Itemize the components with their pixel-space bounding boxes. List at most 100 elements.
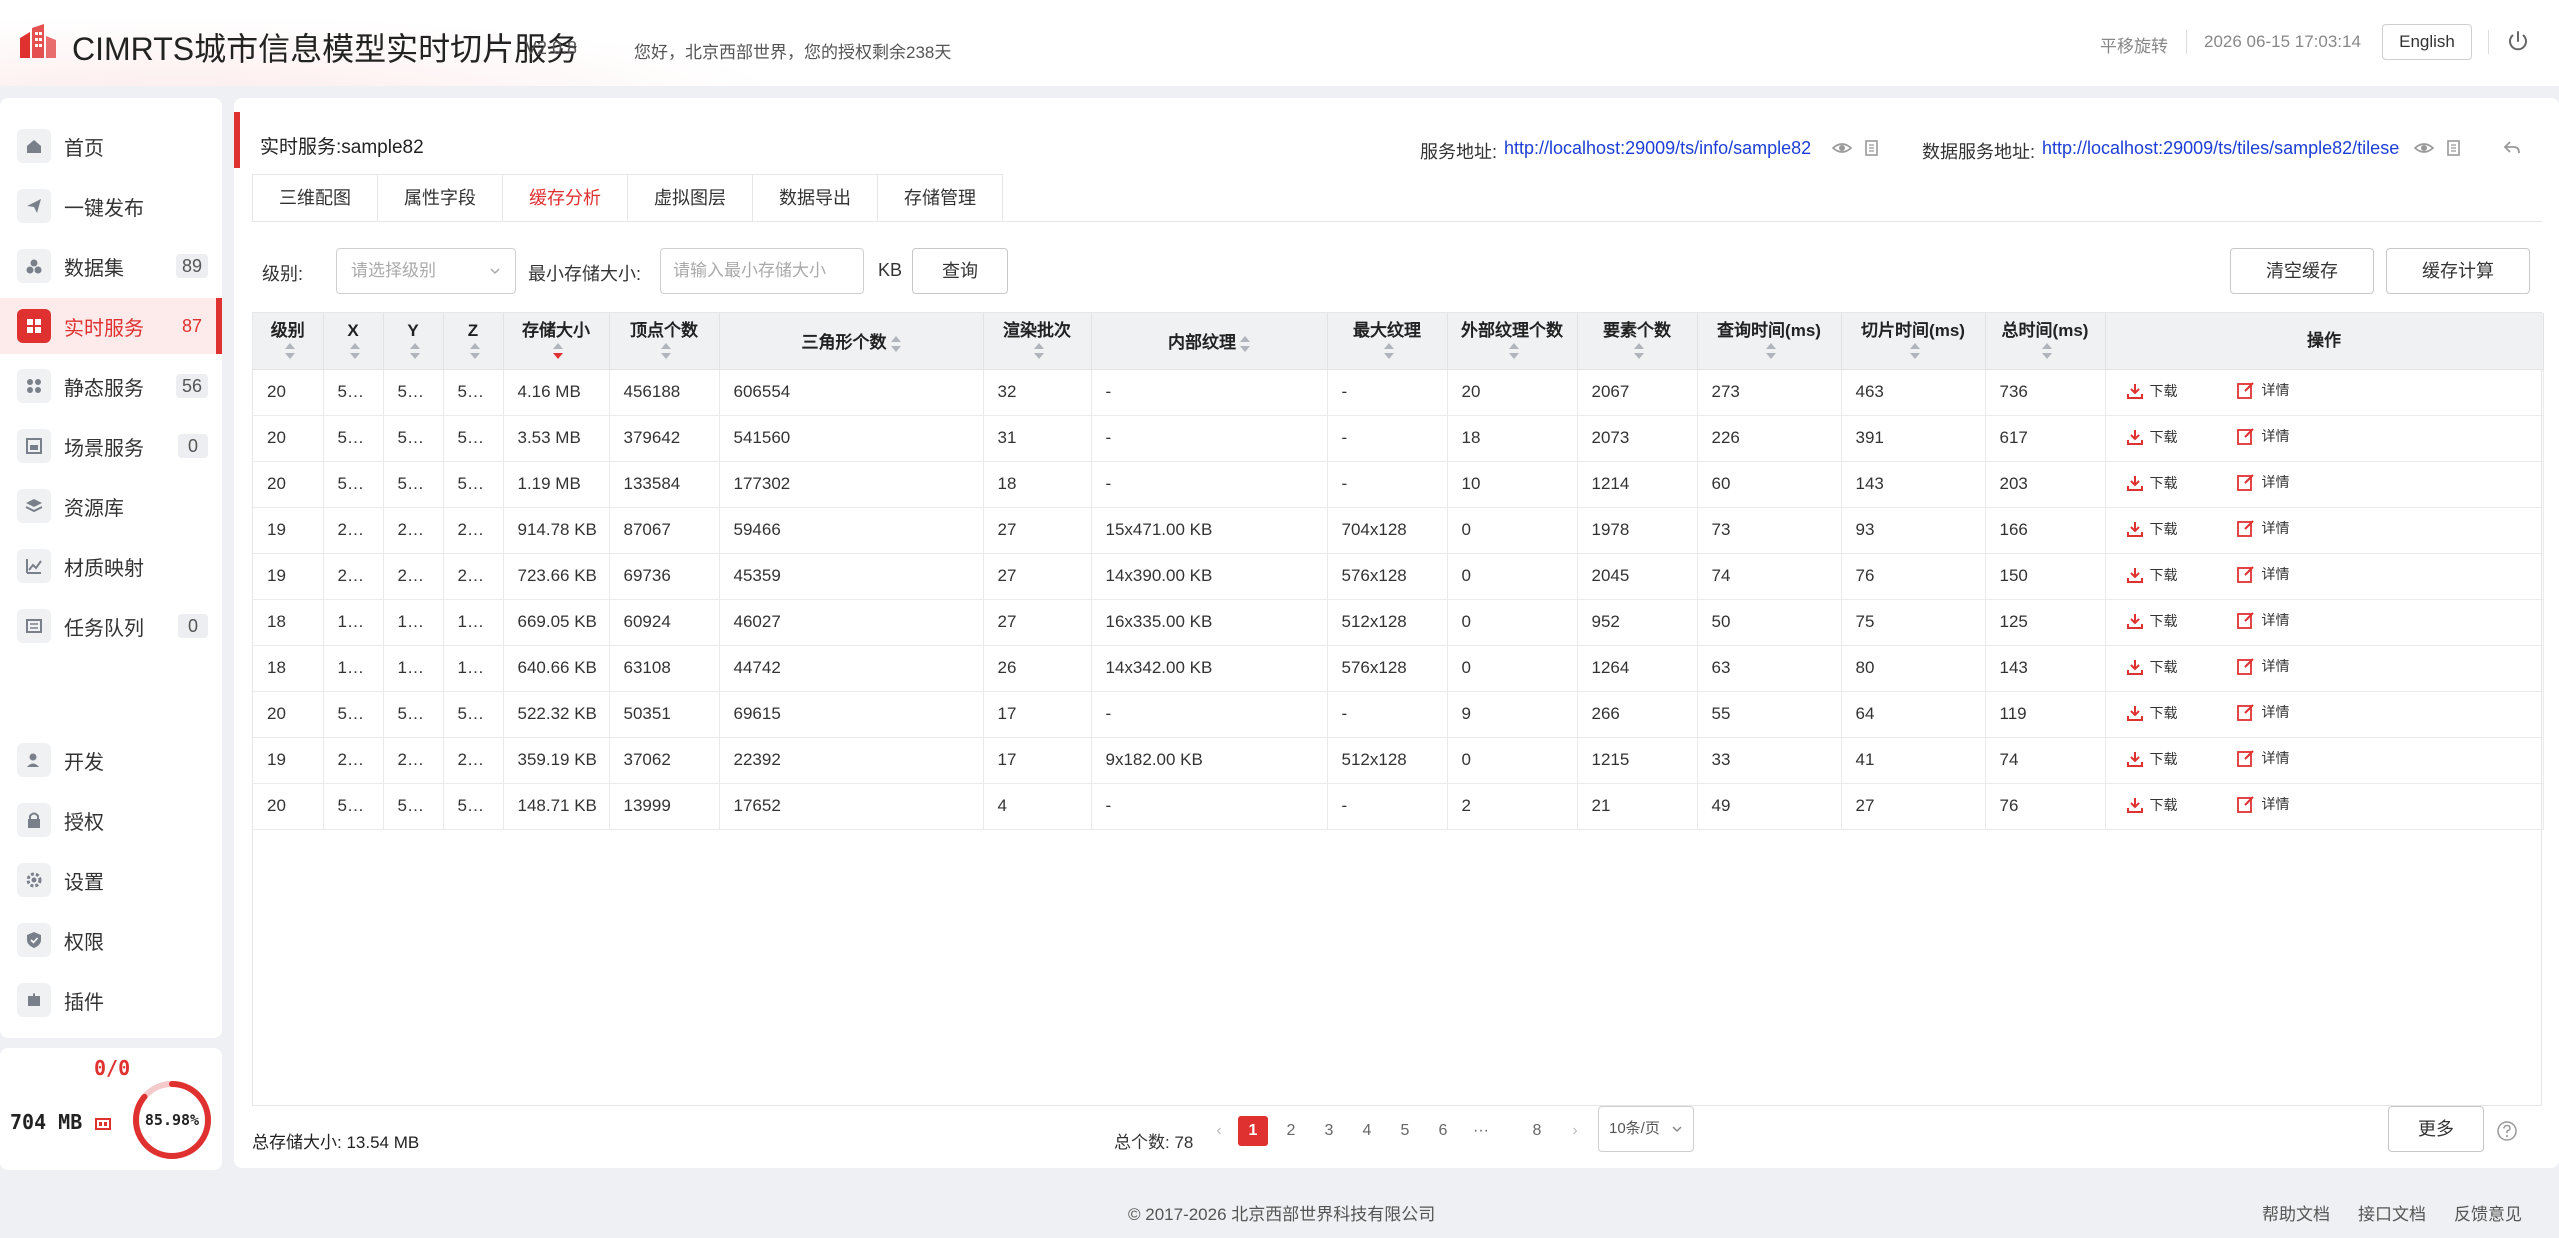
column-header[interactable]: 最大纹理 bbox=[1327, 313, 1448, 370]
clear-cache-button[interactable]: 清空缓存 bbox=[2230, 248, 2374, 294]
tab-5[interactable]: 数据导出 bbox=[752, 174, 877, 222]
sidebar-item-4[interactable]: 实时服务 87 bbox=[0, 298, 222, 354]
sidebar-item-8[interactable]: 材质映射 bbox=[0, 538, 222, 594]
eye-icon[interactable] bbox=[2414, 138, 2434, 158]
column-header[interactable]: 存储大小 bbox=[503, 313, 610, 370]
footer-link-api[interactable]: 接口文档 bbox=[2358, 1200, 2426, 1225]
tab-4[interactable]: 虚拟图层 bbox=[627, 174, 752, 222]
tab-6[interactable]: 存储管理 bbox=[877, 174, 1003, 222]
tab-2[interactable]: 属性字段 bbox=[377, 174, 502, 222]
page-item[interactable]: 5 bbox=[1390, 1116, 1420, 1146]
page-item[interactable]: 8 bbox=[1522, 1116, 1552, 1146]
page-item[interactable]: 2 bbox=[1276, 1116, 1306, 1146]
eye-icon[interactable] bbox=[1832, 138, 1852, 158]
download-button[interactable]: 下载 bbox=[2126, 749, 2178, 769]
details-button[interactable]: 详情 bbox=[2236, 748, 2290, 768]
column-header[interactable]: 渲染批次 bbox=[983, 313, 1092, 370]
column-header[interactable]: X bbox=[323, 313, 384, 370]
details-button[interactable]: 详情 bbox=[2236, 518, 2290, 538]
page-item[interactable]: 3 bbox=[1314, 1116, 1344, 1146]
sort-icon[interactable] bbox=[553, 343, 563, 360]
details-button[interactable]: 详情 bbox=[2236, 380, 2290, 400]
page-item[interactable]: ··· bbox=[1466, 1116, 1496, 1146]
page-item[interactable]: 4 bbox=[1352, 1116, 1382, 1146]
sidebar-item-7[interactable]: 资源库 bbox=[0, 478, 222, 534]
details-button[interactable]: 详情 bbox=[2236, 472, 2290, 492]
download-button[interactable]: 下载 bbox=[2126, 473, 2178, 493]
details-button[interactable]: 详情 bbox=[2236, 702, 2290, 722]
back-icon[interactable] bbox=[2502, 138, 2522, 158]
column-header[interactable]: 外部纹理个数 bbox=[1447, 313, 1578, 370]
page-item[interactable]: 6 bbox=[1428, 1116, 1458, 1146]
sort-icon[interactable] bbox=[1634, 343, 1644, 360]
page-size-select[interactable]: 10条/页 bbox=[1598, 1106, 1694, 1152]
sidebar-item-10[interactable]: 开发 bbox=[0, 732, 222, 788]
download-button[interactable]: 下载 bbox=[2126, 427, 2178, 447]
details-button[interactable]: 详情 bbox=[2236, 794, 2290, 814]
column-header[interactable]: 要素个数 bbox=[1577, 313, 1698, 370]
query-button[interactable]: 查询 bbox=[912, 248, 1008, 294]
sort-icon[interactable] bbox=[1034, 343, 1044, 360]
column-header[interactable]: 顶点个数 bbox=[609, 313, 720, 370]
sort-icon[interactable] bbox=[410, 343, 420, 360]
details-button[interactable]: 详情 bbox=[2236, 564, 2290, 584]
power-icon[interactable] bbox=[2506, 30, 2530, 54]
sidebar-item-6[interactable]: 场景服务 0 bbox=[0, 418, 222, 474]
data-addr-link[interactable]: http://localhost:29009/ts/tiles/sample82… bbox=[2042, 138, 2406, 159]
sort-icon[interactable] bbox=[2042, 343, 2052, 360]
column-header[interactable]: 切片时间(ms) bbox=[1841, 313, 1986, 370]
sidebar-item-12[interactable]: 设置 bbox=[0, 852, 222, 908]
page-item[interactable]: 1 bbox=[1238, 1116, 1268, 1146]
calc-cache-button[interactable]: 缓存计算 bbox=[2386, 248, 2530, 294]
sort-icon[interactable] bbox=[350, 343, 360, 360]
copy-icon[interactable] bbox=[1862, 138, 1882, 158]
download-button[interactable]: 下载 bbox=[2126, 381, 2178, 401]
sort-icon[interactable] bbox=[661, 343, 671, 360]
column-header[interactable]: 总时间(ms) bbox=[1985, 313, 2106, 370]
next-page-icon[interactable]: › bbox=[1560, 1116, 1590, 1146]
language-button[interactable]: English bbox=[2382, 24, 2472, 60]
more-button[interactable]: 更多 bbox=[2388, 1106, 2484, 1152]
sort-icon[interactable] bbox=[284, 343, 295, 360]
sidebar-item-1[interactable]: 首页 bbox=[0, 118, 222, 174]
download-button[interactable]: 下载 bbox=[2126, 795, 2178, 815]
tab-3[interactable]: 缓存分析 bbox=[502, 174, 627, 222]
column-header[interactable]: Z bbox=[443, 313, 504, 370]
download-button[interactable]: 下载 bbox=[2126, 565, 2178, 585]
tab-1[interactable]: 三维配图 bbox=[252, 174, 377, 222]
download-button[interactable]: 下载 bbox=[2126, 657, 2178, 677]
sort-icon[interactable] bbox=[1240, 335, 1250, 352]
sort-icon[interactable] bbox=[1509, 343, 1519, 360]
sidebar-item-5[interactable]: 静态服务 56 bbox=[0, 358, 222, 414]
download-button[interactable]: 下载 bbox=[2126, 519, 2178, 539]
sort-icon[interactable] bbox=[890, 335, 901, 352]
min-size-input[interactable] bbox=[660, 248, 864, 294]
level-select[interactable]: 请选择级别 bbox=[336, 248, 516, 294]
details-button[interactable]: 详情 bbox=[2236, 426, 2290, 446]
prev-page-icon[interactable]: ‹ bbox=[1204, 1116, 1234, 1146]
column-header[interactable]: 三角形个数 bbox=[719, 313, 984, 370]
download-button[interactable]: 下载 bbox=[2126, 611, 2178, 631]
sidebar-item-2[interactable]: 一键发布 bbox=[0, 178, 222, 234]
details-button[interactable]: 详情 bbox=[2236, 610, 2290, 630]
copy-icon[interactable] bbox=[2444, 138, 2464, 158]
help-icon[interactable] bbox=[2496, 1120, 2518, 1142]
column-header[interactable]: 操作 bbox=[2105, 313, 2544, 370]
footer-link-help[interactable]: 帮助文档 bbox=[2262, 1200, 2330, 1225]
download-button[interactable]: 下载 bbox=[2126, 703, 2178, 723]
column-header[interactable]: 内部纹理 bbox=[1091, 313, 1328, 370]
sidebar-item-13[interactable]: 权限 bbox=[0, 912, 222, 968]
column-header[interactable]: Y bbox=[383, 313, 444, 370]
view-mode-toggle[interactable]: 平移旋转 bbox=[2100, 32, 2168, 57]
sidebar-item-14[interactable]: 插件 bbox=[0, 972, 222, 1028]
column-header[interactable]: 级别 bbox=[253, 313, 324, 370]
service-addr-link[interactable]: http://localhost:29009/ts/info/sample82 bbox=[1504, 138, 1824, 159]
sort-icon[interactable] bbox=[1766, 343, 1776, 360]
column-header[interactable]: 查询时间(ms) bbox=[1697, 313, 1842, 370]
sidebar-item-3[interactable]: 数据集 89 bbox=[0, 238, 222, 294]
footer-link-feedback[interactable]: 反馈意见 bbox=[2454, 1200, 2522, 1225]
sort-icon[interactable] bbox=[1910, 343, 1920, 360]
sort-icon[interactable] bbox=[1384, 343, 1394, 360]
sidebar-item-9[interactable]: 任务队列 0 bbox=[0, 598, 222, 654]
details-button[interactable]: 详情 bbox=[2236, 656, 2290, 676]
